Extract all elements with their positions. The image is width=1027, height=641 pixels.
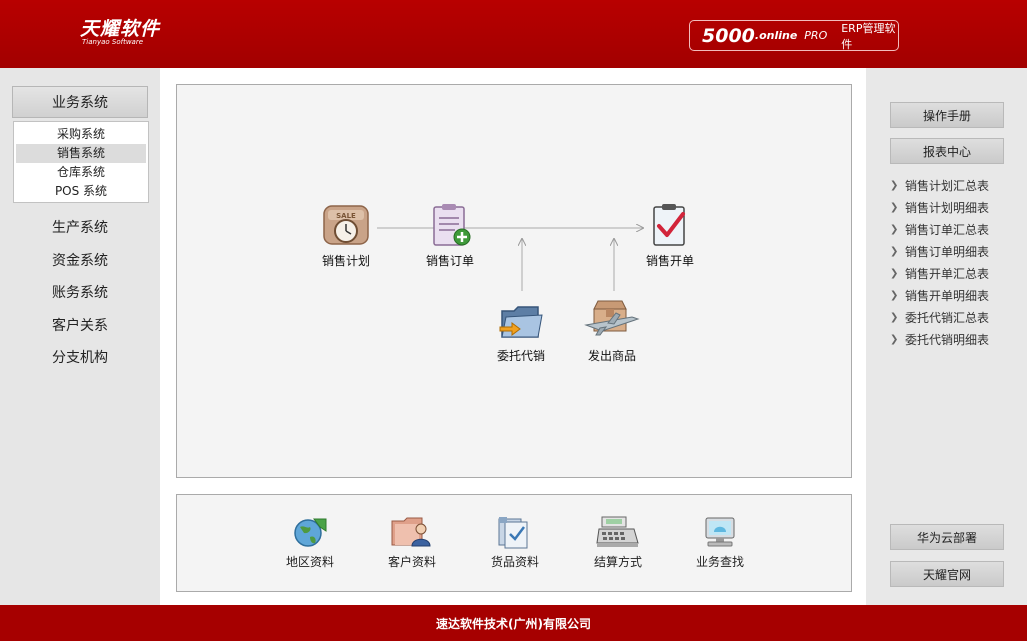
sale-clock-icon: SALE (323, 205, 369, 245)
nav-branches[interactable]: 分支机构 (0, 342, 160, 375)
business-submenu: 采购系统 销售系统 仓库系统 POS 系统 (13, 121, 149, 203)
report-list: ❯ 销售计划汇总表 ❯ 销售计划明细表 ❯ 销售订单汇总表 ❯ 销售订单明细表 ❯ 销售开… (890, 175, 1020, 351)
report-label: 委托代销明细表 (905, 333, 990, 347)
right-sidebar: 操作手册 报表中心 ❯ 销售计划汇总表 ❯ 销售计划明细表 ❯ 销售订单汇总表 ❯ 销售… (866, 68, 1027, 605)
submenu-sales[interactable]: 销售系统 (16, 144, 146, 163)
tool-label-settlement: 结算方式 (593, 555, 642, 569)
chevron-right-icon: ❯ (890, 246, 899, 257)
submenu-purchase[interactable]: 采购系统 (16, 125, 146, 144)
logo: 天耀软件 Tianyao Software (80, 18, 160, 46)
tool-settlement-method[interactable]: 结算方式 (583, 515, 653, 570)
chevron-right-icon: ❯ (890, 202, 899, 213)
chevron-right-icon: ❯ (890, 334, 899, 345)
chevron-right-icon: ❯ (890, 290, 899, 301)
nav-crm[interactable]: 客户关系 (0, 310, 160, 343)
app-header: 天耀软件 Tianyao Software 5000 .online PRO E… (0, 0, 1027, 68)
footer-company: 速达软件技术(广州)有限公司 (436, 616, 591, 631)
main-nav: 生产系统 资金系统 账务系统 客户关系 分支机构 (0, 212, 160, 375)
flow-node-sales-order[interactable]: 销售订单 (415, 202, 485, 269)
product-number: 5000 (702, 24, 755, 47)
flow-node-sales-invoice[interactable]: 销售开单 (635, 202, 705, 269)
tool-goods-data[interactable]: 货品资料 (480, 515, 550, 570)
submenu-pos[interactable]: POS 系统 (16, 182, 146, 201)
chevron-right-icon: ❯ (890, 312, 899, 323)
report-link[interactable]: ❯ 销售订单汇总表 (890, 219, 1020, 241)
report-label: 委托代销汇总表 (905, 311, 990, 325)
goods-document-icon (498, 517, 528, 549)
nav-production[interactable]: 生产系统 (0, 212, 160, 245)
report-label: 销售订单汇总表 (905, 223, 990, 237)
invoice-check-icon (653, 204, 685, 246)
order-clipboard-icon (433, 204, 471, 246)
tool-label-goods: 货品资料 (490, 555, 539, 569)
flow-label-ship-goods: 发出商品 (587, 349, 636, 363)
flow-label-consignment: 委托代销 (496, 349, 545, 363)
nav-accounting[interactable]: 账务系统 (0, 277, 160, 310)
ship-goods-icon (584, 300, 640, 336)
report-link[interactable]: ❯ 销售计划汇总表 (890, 175, 1020, 197)
report-label: 销售计划明细表 (905, 201, 990, 215)
report-link[interactable]: ❯ 销售订单明细表 (890, 241, 1020, 263)
report-label: 销售开单明细表 (905, 289, 990, 303)
product-erp: ERP管理软件 (841, 21, 896, 51)
basic-data-panel: 地区资料 客户资料 货品资料 结算方式 业务查找 (176, 494, 852, 592)
logo-cn: 天耀软件 (80, 18, 161, 40)
product-online: .online (754, 29, 798, 42)
report-label: 销售开单汇总表 (905, 267, 990, 281)
left-sidebar: 业务系统 采购系统 销售系统 仓库系统 POS 系统 生产系统 资金系统 账务系… (0, 68, 160, 605)
report-label: 销售订单明细表 (905, 245, 990, 259)
official-site-button[interactable]: 天耀官网 (890, 561, 1004, 587)
tool-business-search[interactable]: 业务查找 (685, 515, 755, 570)
report-center-button[interactable]: 报表中心 (890, 138, 1004, 164)
nav-finance[interactable]: 资金系统 (0, 245, 160, 278)
flow-label-sales-invoice: 销售开单 (645, 254, 694, 268)
tool-region-data[interactable]: 地区资料 (275, 515, 345, 570)
svg-text:SALE: SALE (336, 212, 356, 220)
flow-label-sales-order: 销售订单 (425, 254, 474, 268)
consign-folder-icon (499, 306, 543, 338)
submenu-warehouse[interactable]: 仓库系统 (16, 163, 146, 182)
flow-node-ship-goods[interactable]: 发出商品 (577, 297, 647, 364)
tool-label-customer: 客户资料 (387, 555, 436, 569)
flow-arrows (377, 85, 853, 291)
product-badge: 5000 .online PRO ERP管理软件 (689, 20, 899, 51)
report-label: 销售计划汇总表 (905, 179, 990, 193)
business-system-header[interactable]: 业务系统 (12, 86, 148, 118)
report-link[interactable]: ❯ 销售开单汇总表 (890, 263, 1020, 285)
chevron-right-icon: ❯ (890, 268, 899, 279)
report-link[interactable]: ❯ 销售计划明细表 (890, 197, 1020, 219)
tool-label-region: 地区资料 (285, 555, 334, 569)
tool-customer-data[interactable]: 客户资料 (377, 515, 447, 570)
chevron-right-icon: ❯ (890, 224, 899, 235)
report-link[interactable]: ❯ 委托代销明细表 (890, 329, 1020, 351)
flow-node-consignment[interactable]: 委托代销 (486, 297, 556, 364)
main-content: SALE 销售计划 销售订单 销售开单 委托代销 发出商品 地区资料 客户资料 … (160, 68, 866, 605)
flow-node-sales-plan[interactable]: SALE 销售计划 (311, 202, 381, 269)
sales-flow-panel: SALE 销售计划 销售订单 销售开单 委托代销 发出商品 (176, 84, 852, 478)
report-link[interactable]: ❯ 委托代销汇总表 (890, 307, 1020, 329)
product-pro: PRO (804, 29, 828, 42)
huawei-cloud-button[interactable]: 华为云部署 (890, 524, 1004, 550)
report-link[interactable]: ❯ 销售开单明细表 (890, 285, 1020, 307)
monitor-search-icon (705, 517, 735, 547)
manual-button[interactable]: 操作手册 (890, 102, 1004, 128)
tool-label-search: 业务查找 (695, 555, 744, 569)
cash-register-icon (596, 516, 639, 547)
region-globe-icon (294, 518, 327, 547)
customer-folder-icon (391, 517, 431, 547)
flow-label-sales-plan: 销售计划 (321, 254, 370, 268)
chevron-right-icon: ❯ (890, 180, 899, 191)
app-footer: 速达软件技术(广州)有限公司 (0, 605, 1027, 641)
